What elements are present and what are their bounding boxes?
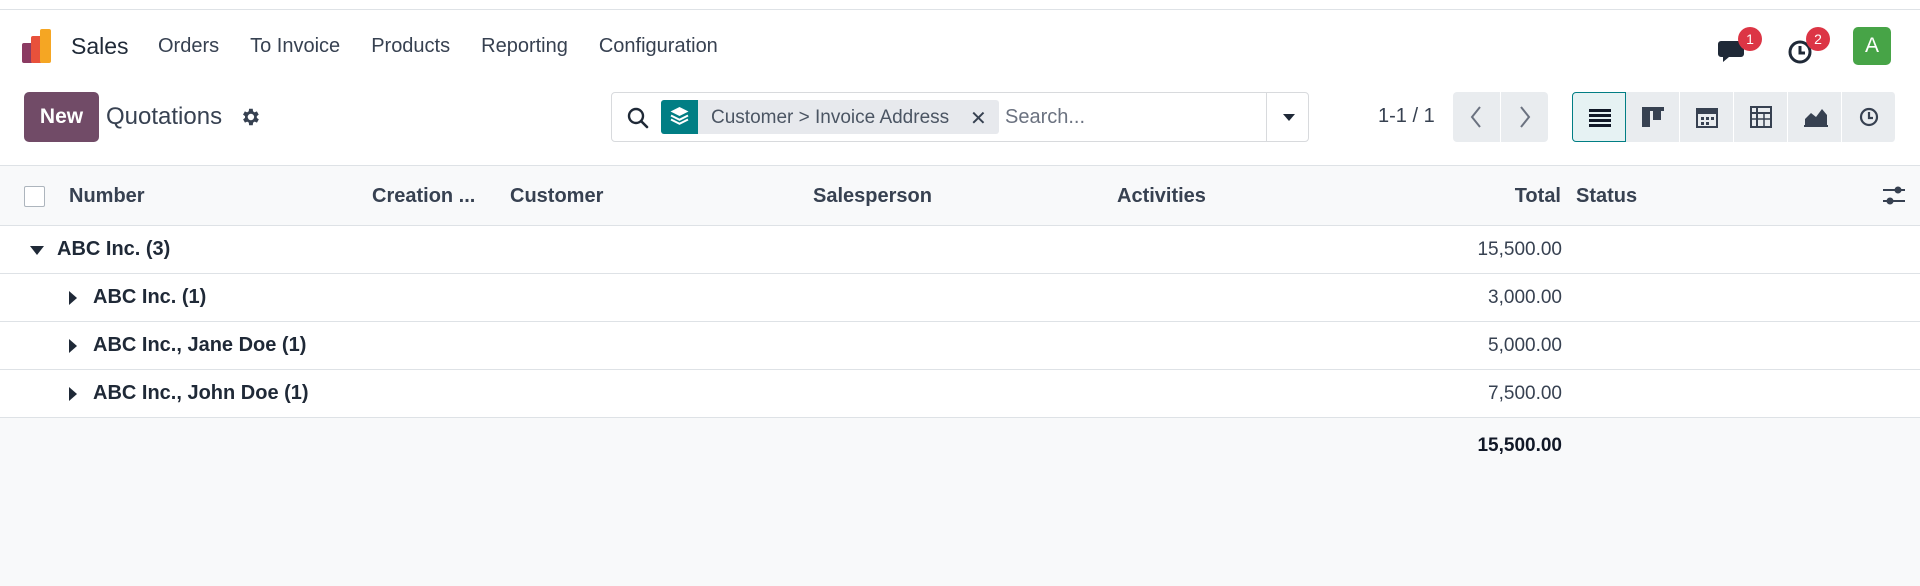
control-panel: New Quotations Customer > Invoice Addres… — [0, 81, 1920, 165]
main-navbar: Sales Orders To Invoice Products Reporti… — [0, 11, 1920, 81]
pivot-view-button[interactable] — [1734, 92, 1788, 142]
search-icon[interactable] — [626, 106, 650, 130]
group-total: 15,500.00 — [1477, 239, 1562, 260]
group-row[interactable]: ABC Inc., Jane Doe (1) 5,000.00 — [0, 322, 1920, 370]
caret-right-icon — [69, 291, 77, 305]
table-header: Number Creation ... Customer Salesperson… — [0, 165, 1920, 226]
sales-app-logo[interactable] — [22, 29, 58, 63]
list-view-button[interactable] — [1572, 92, 1626, 142]
menu-reporting[interactable]: Reporting — [481, 35, 568, 58]
pager-next[interactable] — [1501, 92, 1548, 142]
list-icon — [1589, 109, 1611, 127]
group-row[interactable]: ABC Inc. (1) 3,000.00 — [0, 274, 1920, 322]
empty-area — [0, 472, 1920, 586]
column-salesperson[interactable]: Salesperson — [813, 185, 932, 208]
column-creation-date[interactable]: Creation ... — [372, 185, 475, 208]
column-status[interactable]: Status — [1576, 185, 1637, 208]
graph-view-button[interactable] — [1788, 92, 1842, 142]
optional-columns-icon[interactable] — [1882, 185, 1906, 207]
caret-right-icon — [69, 339, 77, 353]
close-icon[interactable]: ✕ — [970, 106, 987, 131]
table-footer: 15,500.00 — [0, 418, 1920, 475]
activity-icon — [1859, 107, 1879, 127]
gear-icon[interactable] — [239, 106, 261, 128]
column-customer[interactable]: Customer — [510, 185, 603, 208]
group-label: ABC Inc., John Doe (1) — [93, 382, 309, 404]
group-label: ABC Inc. (1) — [93, 286, 207, 308]
menu-orders[interactable]: Orders — [158, 35, 219, 58]
activities-button[interactable]: 2 — [1784, 27, 1830, 69]
search-bar: Customer > Invoice Address ✕ — [611, 92, 1309, 142]
group-label: ABC Inc. (3) — [57, 238, 171, 260]
kanban-icon — [1642, 107, 1664, 127]
group-total: 5,000.00 — [1488, 335, 1562, 356]
page-title: Quotations — [106, 103, 223, 130]
menu-to-invoice[interactable]: To Invoice — [250, 35, 340, 58]
messages-badge: 1 — [1738, 27, 1762, 51]
graph-icon — [1804, 109, 1828, 127]
group-total: 7,500.00 — [1488, 383, 1562, 404]
calendar-view-button[interactable] — [1680, 92, 1734, 142]
pivot-icon — [1750, 106, 1772, 128]
top-menu: Orders To Invoice Products Reporting Con… — [158, 35, 749, 58]
facet-label: Customer > Invoice Address — [711, 107, 950, 128]
pager-value[interactable]: 1-1 / 1 — [1378, 105, 1435, 128]
search-options-toggle[interactable] — [1266, 93, 1310, 141]
messages-button[interactable]: 1 — [1716, 27, 1762, 69]
top-border — [0, 0, 1920, 10]
search-facet[interactable]: Customer > Invoice Address ✕ — [661, 100, 999, 134]
kanban-view-button[interactable] — [1626, 92, 1680, 142]
calendar-icon — [1696, 108, 1718, 128]
view-switcher — [1572, 92, 1896, 142]
caret-down-icon — [30, 246, 44, 255]
column-activities[interactable]: Activities — [1117, 185, 1206, 208]
quotations-table: Number Creation ... Customer Salesperson… — [0, 165, 1920, 475]
group-row[interactable]: ABC Inc. (3) 15,500.00 — [0, 226, 1920, 274]
menu-configuration[interactable]: Configuration — [599, 35, 718, 58]
column-number[interactable]: Number — [69, 185, 145, 208]
new-button[interactable]: New — [24, 92, 99, 142]
activities-badge: 2 — [1806, 27, 1830, 51]
layers-icon — [661, 100, 698, 134]
activity-view-button[interactable] — [1842, 92, 1896, 142]
group-row[interactable]: ABC Inc., John Doe (1) 7,500.00 — [0, 370, 1920, 418]
caret-right-icon — [69, 387, 77, 401]
grand-total: 15,500.00 — [1477, 435, 1562, 456]
pager-previous[interactable] — [1453, 92, 1500, 142]
search-input[interactable] — [1005, 101, 1235, 133]
chevron-right-icon — [1520, 106, 1531, 128]
caret-down-icon — [1283, 114, 1295, 121]
column-total[interactable]: Total — [1515, 185, 1561, 208]
chevron-left-icon — [1470, 106, 1481, 128]
group-label: ABC Inc., Jane Doe (1) — [93, 334, 307, 356]
user-avatar[interactable]: A — [1853, 27, 1891, 65]
menu-products[interactable]: Products — [371, 35, 450, 58]
app-name[interactable]: Sales — [71, 33, 129, 60]
group-total: 3,000.00 — [1488, 287, 1562, 308]
select-all-checkbox[interactable] — [24, 186, 45, 207]
